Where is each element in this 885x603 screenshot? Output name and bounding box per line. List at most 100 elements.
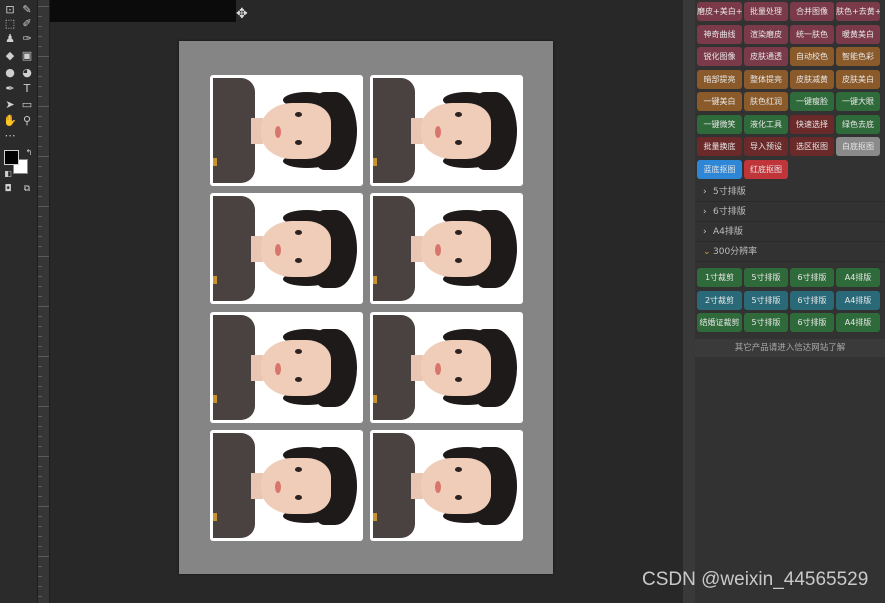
section-header[interactable]: › A4排版 xyxy=(695,223,885,242)
plugin-panel: 其它产品请进入信达网站了解 磨皮+美白+白平衡+锐化批量处理合并图像肤色+去黄+… xyxy=(695,0,885,603)
panel-action-button[interactable]: 渲染磨皮 xyxy=(744,24,788,44)
portrait-lips xyxy=(435,126,441,138)
section-label: 5寸排版 xyxy=(713,187,746,197)
panel-action-button[interactable]: 红底抠图 xyxy=(744,159,788,179)
panel-action-button[interactable]: 一键大眼 xyxy=(836,92,880,111)
panel-action-button[interactable]: 选区抠图 xyxy=(790,137,834,156)
ruler-tick xyxy=(38,246,42,247)
ruler-tick xyxy=(38,176,42,177)
panel-action-button[interactable]: 自动校色 xyxy=(790,47,834,66)
panel-action-button[interactable]: 皮肤减黄 xyxy=(790,69,834,89)
ruler-tick xyxy=(38,316,42,317)
zoom-icon[interactable]: ⚲ xyxy=(19,113,35,129)
layout-button[interactable]: 5寸排版 xyxy=(744,313,788,332)
marquee-icon[interactable]: ⬚ xyxy=(2,16,18,32)
section-header[interactable]: › 6寸排版 xyxy=(695,203,885,222)
ruler-tick xyxy=(38,306,49,307)
chevron-down-icon: ⌄ xyxy=(703,247,711,257)
panel-action-button[interactable]: 神奇曲线 xyxy=(697,24,742,44)
ruler-tick xyxy=(38,596,42,597)
section-header[interactable]: ⌄ 300分辨率 xyxy=(695,243,885,262)
panel-action-button[interactable]: 皮肤通透 xyxy=(744,47,788,66)
type-icon[interactable]: T xyxy=(19,81,35,97)
panel-action-button[interactable]: 锐化图像 xyxy=(697,47,742,66)
panel-action-button[interactable]: 统一肤色 xyxy=(790,24,834,44)
layout-button[interactable]: 5寸排版 xyxy=(744,268,788,287)
layout-button[interactable]: 2寸裁剪 xyxy=(697,290,742,310)
panel-action-button[interactable]: 导入预设 xyxy=(744,137,788,156)
panel-action-button[interactable]: 肤色红润 xyxy=(744,92,788,111)
hand-icon[interactable]: ✋ xyxy=(2,113,18,129)
panel-action-button[interactable]: 整体提亮 xyxy=(744,69,788,89)
panel-action-button[interactable]: 一键美白 xyxy=(697,92,742,111)
document-canvas[interactable] xyxy=(179,41,553,574)
layout-button[interactable]: 6寸排版 xyxy=(790,290,834,310)
gradient-icon[interactable]: ▣ xyxy=(19,48,35,64)
ruler-tick xyxy=(38,476,42,477)
pen-icon[interactable]: ✒ xyxy=(2,81,18,97)
panel-action-button[interactable]: 批量处理 xyxy=(744,2,788,21)
ruler-tick xyxy=(38,566,42,567)
panel-action-button[interactable]: 一键微笑 xyxy=(697,114,742,134)
ruler-tick xyxy=(38,166,42,167)
default-colors-icon[interactable]: ◧ xyxy=(0,166,16,182)
brush-icon[interactable]: ✐ xyxy=(19,16,35,32)
layout-button[interactable]: A4排版 xyxy=(836,268,880,287)
shape-icon[interactable]: ▭ xyxy=(19,97,35,113)
eraser-icon[interactable]: ◆ xyxy=(2,48,18,64)
chevron-right-icon: › xyxy=(703,207,707,217)
blur-icon[interactable]: ● xyxy=(2,65,18,81)
foreground-color-swatch[interactable] xyxy=(4,150,19,165)
portrait-image xyxy=(213,78,360,183)
id-photo-card xyxy=(370,75,523,186)
panel-action-button[interactable]: 批量换底 xyxy=(697,137,742,156)
panel-action-button[interactable]: 一键瘦脸 xyxy=(790,92,834,111)
ruler-tick xyxy=(38,296,42,297)
layout-button[interactable]: 结婚证裁剪 xyxy=(697,313,742,332)
dodge-icon[interactable]: ◕ xyxy=(19,65,35,81)
path-select-icon[interactable]: ➤ xyxy=(2,97,18,113)
panel-action-button[interactable]: 肤色+去黄+锐化+清透 xyxy=(836,2,880,21)
panel-action-button[interactable]: 蓝底抠图 xyxy=(697,159,742,179)
portrait-image xyxy=(373,315,520,420)
layout-button[interactable]: A4排版 xyxy=(836,313,880,332)
ruler-tick xyxy=(38,36,42,37)
ruler-tick xyxy=(38,386,42,387)
more-tools-icon[interactable]: ⋯ xyxy=(2,128,18,144)
panel-action-button[interactable]: 液化工具 xyxy=(744,114,788,134)
panel-action-button[interactable]: 白底抠图 xyxy=(836,137,880,156)
portrait-image xyxy=(213,196,360,301)
panel-action-button[interactable]: 磨皮+美白+白平衡+锐化 xyxy=(697,2,742,21)
panel-action-button[interactable]: 皮肤美白 xyxy=(836,69,880,89)
swap-colors-icon[interactable]: ↰ xyxy=(21,145,37,161)
panel-action-button[interactable]: 暖黄美白 xyxy=(836,24,880,44)
panel-action-button[interactable]: 合并图像 xyxy=(790,2,834,21)
layout-button[interactable]: 6寸排版 xyxy=(790,313,834,332)
layout-button[interactable]: A4排版 xyxy=(836,290,880,310)
panel-action-button[interactable]: 快速选择 xyxy=(790,114,834,134)
stamp-icon[interactable]: ♟ xyxy=(2,31,18,47)
layout-button[interactable]: 5寸排版 xyxy=(744,290,788,310)
ruler-tick xyxy=(38,456,49,457)
section-header[interactable]: › 5寸排版 xyxy=(695,183,885,202)
ruler-tick xyxy=(38,536,42,537)
ruler-tick xyxy=(38,586,42,587)
layout-button[interactable]: 6寸排版 xyxy=(790,268,834,287)
ruler-tick xyxy=(38,116,42,117)
portrait-eye xyxy=(295,377,302,382)
portrait-eye xyxy=(455,349,462,354)
panel-action-button[interactable]: 智能色彩 xyxy=(836,47,880,66)
ruler-tick xyxy=(38,136,42,137)
layout-button[interactable]: 1寸裁剪 xyxy=(697,268,742,287)
ruler-tick xyxy=(38,6,49,7)
quick-mask-icon[interactable]: ◘ xyxy=(0,181,16,197)
ruler-tick xyxy=(38,76,42,77)
screen-mode-icon[interactable]: ⧉ xyxy=(19,181,35,197)
portrait-image xyxy=(373,433,520,538)
ruler-tick xyxy=(38,346,42,347)
panel-divider xyxy=(683,0,695,603)
panel-action-button[interactable]: 暗部提亮 xyxy=(697,69,742,89)
history-brush-icon[interactable]: ✑ xyxy=(19,31,35,47)
portrait-eye xyxy=(295,230,302,235)
panel-action-button[interactable]: 绿色去底 xyxy=(836,114,880,134)
